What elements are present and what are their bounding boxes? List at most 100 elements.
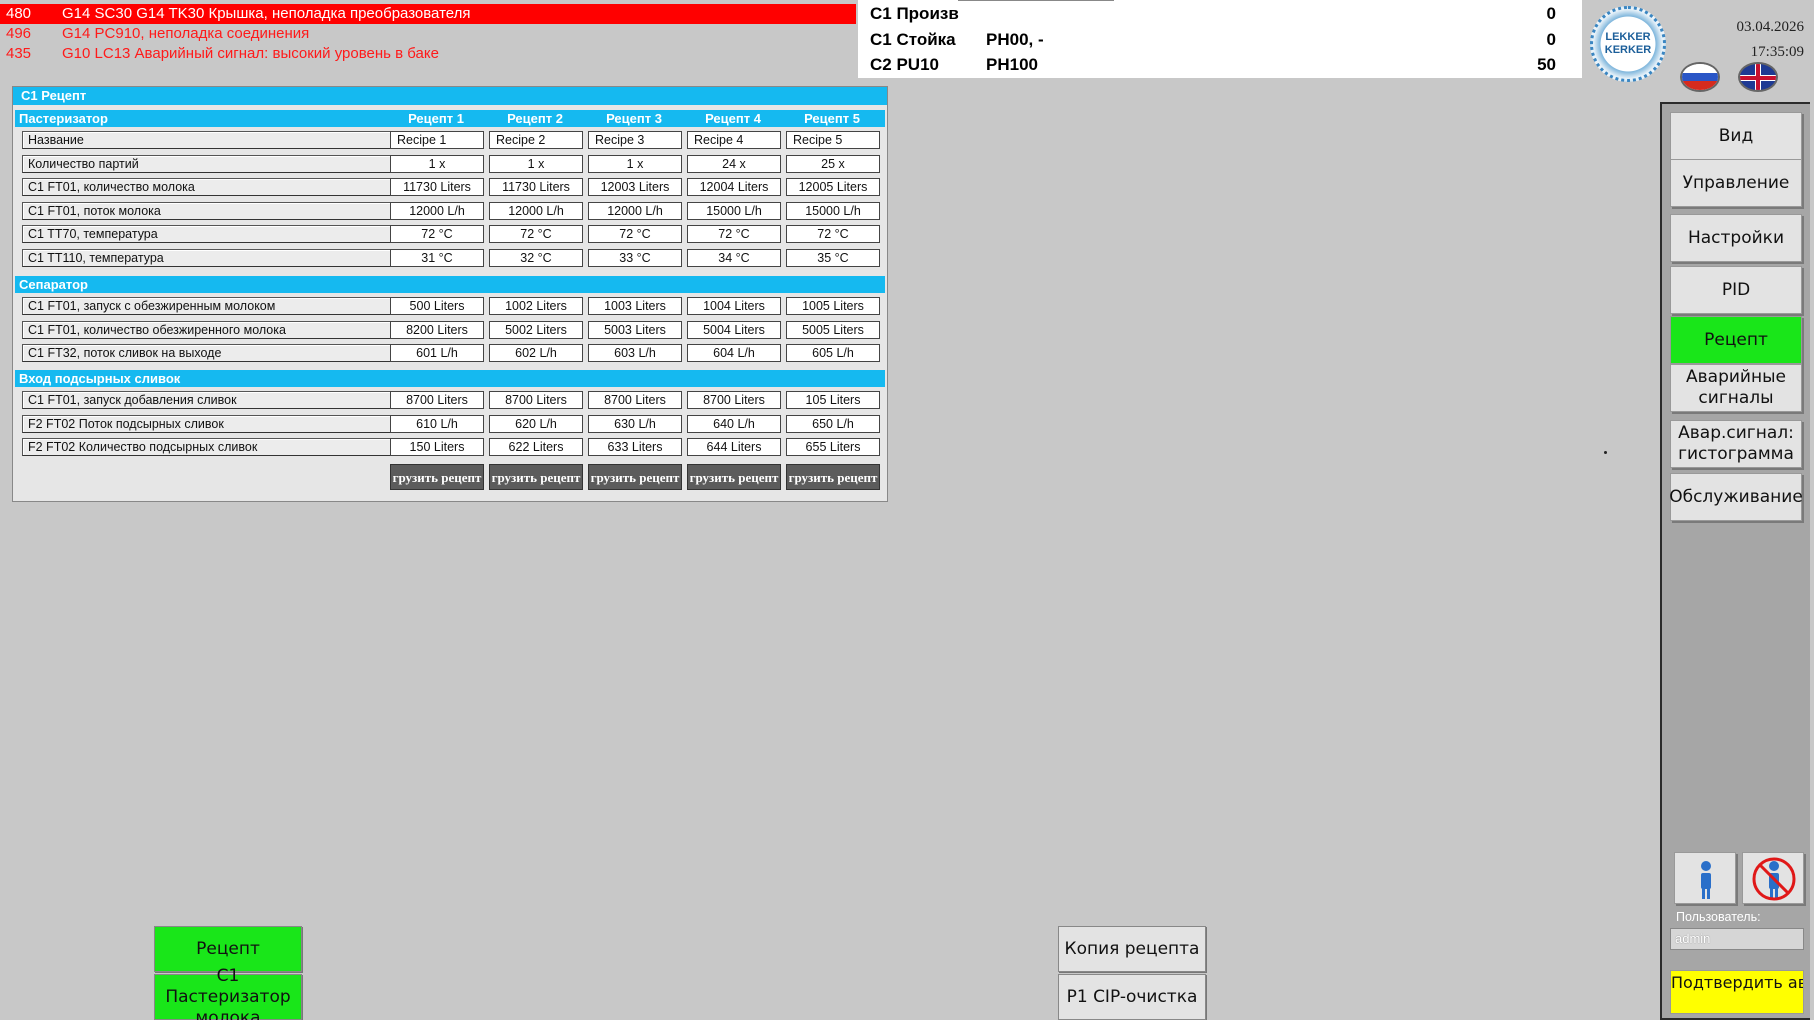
recipe-value-field[interactable]: 1002 Liters <box>489 297 583 315</box>
recipe-value-field[interactable]: 72 °C <box>390 225 484 243</box>
recipe-value-field[interactable]: 602 L/h <box>489 344 583 362</box>
recipe-value-field[interactable]: 8700 Liters <box>588 391 682 409</box>
nav-button-alarms[interactable]: Аварийные сигналы <box>1670 364 1802 412</box>
recipe-value-field[interactable]: 1004 Liters <box>687 297 781 315</box>
recipe-value-field[interactable]: 35 °C <box>786 249 880 267</box>
row-label: C1 FT01, количество молока <box>22 178 394 196</box>
cip-cleaning-button[interactable]: P1 CIP-очистка <box>1058 974 1206 1020</box>
recipe-value-field[interactable]: 1 x <box>588 155 682 173</box>
recipe-value-field[interactable]: 5004 Liters <box>687 321 781 339</box>
recipe-value-field[interactable]: Recipe 3 <box>588 131 682 149</box>
nav-button-recipe[interactable]: Рецепт <box>1670 316 1802 364</box>
recipe-value-field[interactable]: 604 L/h <box>687 344 781 362</box>
nav-button-control[interactable]: Управление <box>1670 159 1802 207</box>
cursor-dot <box>1604 451 1607 454</box>
load-recipe-button[interactable]: грузить рецепт <box>588 464 682 490</box>
recipe-value-field[interactable]: 500 Liters <box>390 297 484 315</box>
recipe-value-field[interactable]: 630 L/h <box>588 415 682 433</box>
recipe-value-field[interactable]: 11730 Liters <box>390 178 484 196</box>
load-recipe-button[interactable]: грузить рецепт <box>390 464 484 490</box>
recipe-value-field[interactable]: 5002 Liters <box>489 321 583 339</box>
status-row: C1 Стойка PH00, - 0 <box>870 28 1570 52</box>
recipe-value-field[interactable]: 72 °C <box>489 225 583 243</box>
recipe-value-field[interactable]: 8700 Liters <box>390 391 484 409</box>
recipe-value-field[interactable]: 34 °C <box>687 249 781 267</box>
recipe-value-field[interactable]: 601 L/h <box>390 344 484 362</box>
recipe-value-field[interactable]: 622 Liters <box>489 438 583 456</box>
recipe-value-field[interactable]: 12003 Liters <box>588 178 682 196</box>
nav-button-pid[interactable]: PID <box>1670 266 1802 314</box>
recipe-value-field[interactable]: 8700 Liters <box>489 391 583 409</box>
status-label: C1 Стойка <box>870 30 956 49</box>
nav-button-service[interactable]: Обслуживание <box>1669 473 1803 521</box>
status-value: 0 <box>1546 30 1556 49</box>
recipe-value-field[interactable]: 105 Liters <box>786 391 880 409</box>
row-label: C1 TT70, температура <box>22 225 394 243</box>
recipe-value-field[interactable]: 12005 Liters <box>786 178 880 196</box>
recipe-value-field[interactable]: 72 °C <box>786 225 880 243</box>
recipe-value-field[interactable]: 1 x <box>489 155 583 173</box>
row-label: C1 FT01, запуск с обезжиренным молоком <box>22 297 394 315</box>
recipe-value-field[interactable]: 655 Liters <box>786 438 880 456</box>
recipe-value-field[interactable]: 1005 Liters <box>786 297 880 315</box>
recipe-value-field[interactable]: 72 °C <box>687 225 781 243</box>
recipe-value-field[interactable]: 633 Liters <box>588 438 682 456</box>
recipe-value-field[interactable]: 5005 Liters <box>786 321 880 339</box>
recipe-value-field[interactable]: 8200 Liters <box>390 321 484 339</box>
recipe-value-field[interactable]: 12000 L/h <box>588 202 682 220</box>
login-button[interactable] <box>1674 852 1736 904</box>
load-recipe-button[interactable]: грузить рецепт <box>687 464 781 490</box>
recipe-value-field[interactable]: 24 x <box>687 155 781 173</box>
recipe-value-field[interactable]: 15000 L/h <box>687 202 781 220</box>
recipe-value-field[interactable]: 1003 Liters <box>588 297 682 315</box>
pasteurizer-button[interactable]: C1 Пастеризатор молока <box>154 966 302 1020</box>
recipe-value-field[interactable]: 31 °C <box>390 249 484 267</box>
user-area: Пользователь: admin Подтвердить аварийны… <box>1666 844 1808 1020</box>
recipe-value-field[interactable]: Recipe 5 <box>786 131 880 149</box>
logout-user-icon <box>1752 857 1796 901</box>
load-recipe-button[interactable]: грузить рецепт <box>786 464 880 490</box>
recipe-value-field[interactable]: Recipe 4 <box>687 131 781 149</box>
recipe-value-field[interactable]: Recipe 1 <box>390 131 484 149</box>
recipe-value-field[interactable]: 150 Liters <box>390 438 484 456</box>
recipe-value-field[interactable]: 25 x <box>786 155 880 173</box>
recipe-value-field[interactable]: 610 L/h <box>390 415 484 433</box>
recipe-value-field[interactable]: 1 x <box>390 155 484 173</box>
recipe-value-field[interactable]: 644 Liters <box>687 438 781 456</box>
recipe-panel: C1 Рецепт Пастеризатор Рецепт 1 Рецепт 2… <box>12 86 888 502</box>
alarm-row[interactable]: 496 G14 PC910, неполадка соединения <box>0 24 856 44</box>
recipe-value-field[interactable]: 650 L/h <box>786 415 880 433</box>
alarm-row[interactable]: 435 G10 LC13 Аварийный сигнал: высокий у… <box>0 44 856 64</box>
alarm-banner[interactable]: 480 G14 SC30 G14 TK30 Крышка, неполадка … <box>0 0 856 66</box>
recipe-value-field[interactable]: 8700 Liters <box>687 391 781 409</box>
english-flag-icon[interactable] <box>1738 62 1778 92</box>
recipe-value-field[interactable]: 12004 Liters <box>687 178 781 196</box>
copy-recipe-button[interactable]: Копия рецепта <box>1058 926 1206 972</box>
row-label: C1 FT32, поток сливок на выходе <box>22 344 394 362</box>
nav-button-view[interactable]: Вид <box>1670 112 1802 160</box>
load-recipe-button[interactable]: грузить рецепт <box>489 464 583 490</box>
row-label: Название <box>22 131 394 149</box>
recipe-value-field[interactable]: 620 L/h <box>489 415 583 433</box>
recipe-value-field[interactable]: 33 °C <box>588 249 682 267</box>
recipe-value-field[interactable]: 603 L/h <box>588 344 682 362</box>
column-header: Рецепт 1 <box>408 111 464 126</box>
column-header: Рецепт 2 <box>507 111 563 126</box>
recipe-value-field[interactable]: 72 °C <box>588 225 682 243</box>
recipe-value-field[interactable]: 12000 L/h <box>390 202 484 220</box>
russian-flag-icon[interactable] <box>1680 62 1720 92</box>
user-name-field: admin <box>1670 928 1804 950</box>
alarm-row[interactable]: 480 G14 SC30 G14 TK30 Крышка, неполадка … <box>0 4 856 24</box>
recipe-value-field[interactable]: 32 °C <box>489 249 583 267</box>
recipe-value-field[interactable]: 12000 L/h <box>489 202 583 220</box>
recipe-value-field[interactable]: 15000 L/h <box>786 202 880 220</box>
acknowledge-alarm-button[interactable]: Подтвердить аварийный сигнал <box>1670 970 1804 1014</box>
nav-button-alarm-histogram[interactable]: Авар.сигнал: гистограмма <box>1670 420 1802 468</box>
recipe-value-field[interactable]: Recipe 2 <box>489 131 583 149</box>
logout-button[interactable] <box>1742 852 1804 904</box>
recipe-value-field[interactable]: 605 L/h <box>786 344 880 362</box>
recipe-value-field[interactable]: 5003 Liters <box>588 321 682 339</box>
recipe-value-field[interactable]: 11730 Liters <box>489 178 583 196</box>
nav-button-settings[interactable]: Настройки <box>1670 214 1802 262</box>
recipe-value-field[interactable]: 640 L/h <box>687 415 781 433</box>
